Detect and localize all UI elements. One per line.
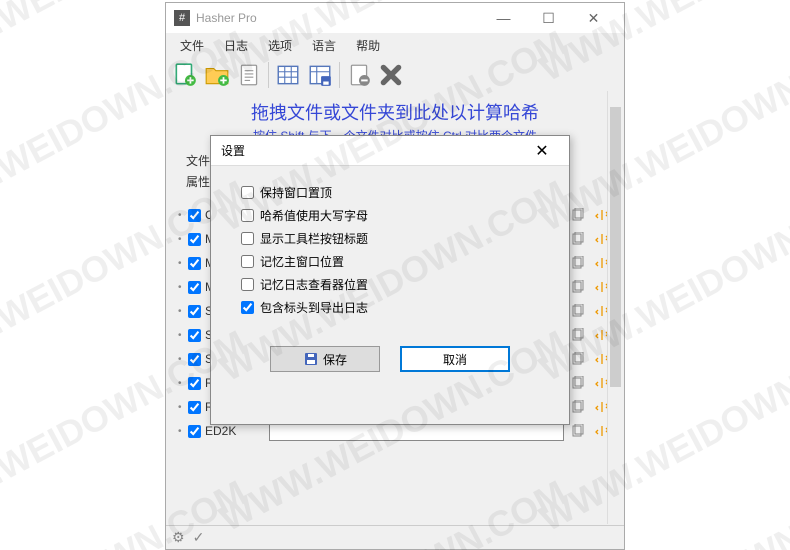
hash-checkbox[interactable] — [188, 329, 201, 342]
scrollbar-thumb[interactable] — [610, 107, 621, 387]
menu-language[interactable]: 语言 — [304, 35, 344, 56]
option-label: 包含标头到导出日志 — [260, 299, 368, 316]
table-save-icon — [307, 62, 333, 88]
option-label: 保持窗口置顶 — [260, 184, 332, 201]
bullet-icon: • — [178, 426, 188, 437]
scrollbar[interactable] — [607, 91, 623, 524]
option-label: 记忆日志查看器位置 — [260, 276, 368, 293]
copy-icon[interactable] — [568, 325, 588, 345]
menu-options[interactable]: 选项 — [260, 35, 300, 56]
table-save-button[interactable] — [305, 60, 335, 90]
app-icon: # — [174, 10, 190, 26]
hash-checkbox[interactable] — [188, 305, 201, 318]
bullet-icon: • — [178, 378, 188, 389]
hash-checkbox[interactable] — [188, 233, 201, 246]
option-checkbox[interactable] — [241, 255, 254, 268]
bullet-icon: • — [178, 354, 188, 365]
menu-file[interactable]: 文件 — [172, 35, 212, 56]
document-icon — [236, 62, 262, 88]
save-icon — [303, 351, 319, 367]
file-remove-icon — [346, 62, 372, 88]
copy-icon[interactable] — [568, 421, 588, 441]
cancel-button-label: 取消 — [443, 351, 467, 368]
file-add-icon — [172, 62, 198, 88]
statusbar: ⚙ ✓ — [166, 525, 624, 549]
toolbar-separator — [339, 62, 340, 88]
menu-log[interactable]: 日志 — [216, 35, 256, 56]
hash-checkbox[interactable] — [188, 281, 201, 294]
option-checkbox[interactable] — [241, 186, 254, 199]
bullet-icon: • — [178, 234, 188, 245]
option-checkbox[interactable] — [241, 232, 254, 245]
menubar: 文件 日志 选项 语言 帮助 — [166, 33, 624, 57]
bullet-icon: • — [178, 210, 188, 221]
close-button[interactable]: ✕ — [571, 4, 616, 32]
save-button-label: 保存 — [323, 351, 347, 368]
add-file-button[interactable] — [170, 60, 200, 90]
option-label: 哈希值使用大写字母 — [260, 207, 368, 224]
settings-dialog: 设置 ✕ 保持窗口置顶哈希值使用大写字母显示工具栏按钮标题记忆主窗口位置记忆日志… — [210, 135, 570, 425]
titlebar: # Hasher Pro — ☐ ✕ — [166, 3, 624, 33]
copy-icon[interactable] — [568, 301, 588, 321]
hash-checkbox[interactable] — [188, 209, 201, 222]
copy-icon[interactable] — [568, 373, 588, 393]
table-icon — [275, 62, 301, 88]
dialog-close-button[interactable]: ✕ — [525, 137, 559, 165]
option-checkbox[interactable] — [241, 301, 254, 314]
window-title: Hasher Pro — [196, 11, 481, 25]
delete-button[interactable] — [376, 60, 406, 90]
cancel-button[interactable]: 取消 — [400, 346, 510, 372]
copy-icon[interactable] — [568, 229, 588, 249]
copy-icon[interactable] — [568, 349, 588, 369]
toolbar-separator — [268, 62, 269, 88]
minimize-button[interactable]: — — [481, 4, 526, 32]
save-button[interactable]: 保存 — [270, 346, 380, 372]
hash-checkbox[interactable] — [188, 425, 201, 438]
bullet-icon: • — [178, 402, 188, 413]
gear-icon[interactable]: ⚙ — [172, 529, 185, 546]
copy-icon[interactable] — [568, 253, 588, 273]
settings-option: 记忆日志查看器位置 — [241, 276, 539, 293]
hash-checkbox[interactable] — [188, 353, 201, 366]
bullet-icon: • — [178, 258, 188, 269]
bullet-icon: • — [178, 330, 188, 341]
hash-checkbox[interactable] — [188, 401, 201, 414]
maximize-button[interactable]: ☐ — [526, 4, 571, 32]
add-folder-button[interactable] — [202, 60, 232, 90]
option-checkbox[interactable] — [241, 209, 254, 222]
remove-button[interactable] — [344, 60, 374, 90]
check-icon[interactable]: ✓ — [193, 529, 205, 546]
option-checkbox[interactable] — [241, 278, 254, 291]
hash-label: ED2K — [205, 424, 269, 438]
menu-help[interactable]: 帮助 — [348, 35, 388, 56]
copy-icon[interactable] — [568, 277, 588, 297]
dialog-body: 保持窗口置顶哈希值使用大写字母显示工具栏按钮标题记忆主窗口位置记忆日志查看器位置… — [211, 166, 569, 332]
settings-option: 哈希值使用大写字母 — [241, 207, 539, 224]
option-label: 显示工具栏按钮标题 — [260, 230, 368, 247]
toolbar — [166, 57, 624, 93]
hash-checkbox[interactable] — [188, 377, 201, 390]
option-label: 记忆主窗口位置 — [260, 253, 344, 270]
bullet-icon: • — [178, 306, 188, 317]
copy-icon[interactable] — [568, 205, 588, 225]
hash-checkbox[interactable] — [188, 257, 201, 270]
settings-option: 包含标头到导出日志 — [241, 299, 539, 316]
settings-option: 记忆主窗口位置 — [241, 253, 539, 270]
dialog-title: 设置 — [221, 142, 525, 159]
folder-add-icon — [204, 62, 230, 88]
copy-icon[interactable] — [568, 397, 588, 417]
settings-option: 保持窗口置顶 — [241, 184, 539, 201]
table-button[interactable] — [273, 60, 303, 90]
settings-option: 显示工具栏按钮标题 — [241, 230, 539, 247]
delete-x-icon — [378, 62, 404, 88]
drop-hint-main: 拖拽文件或文件夹到此处以计算哈希 — [166, 99, 624, 125]
dialog-titlebar: 设置 ✕ — [211, 136, 569, 166]
bullet-icon: • — [178, 282, 188, 293]
document-button[interactable] — [234, 60, 264, 90]
